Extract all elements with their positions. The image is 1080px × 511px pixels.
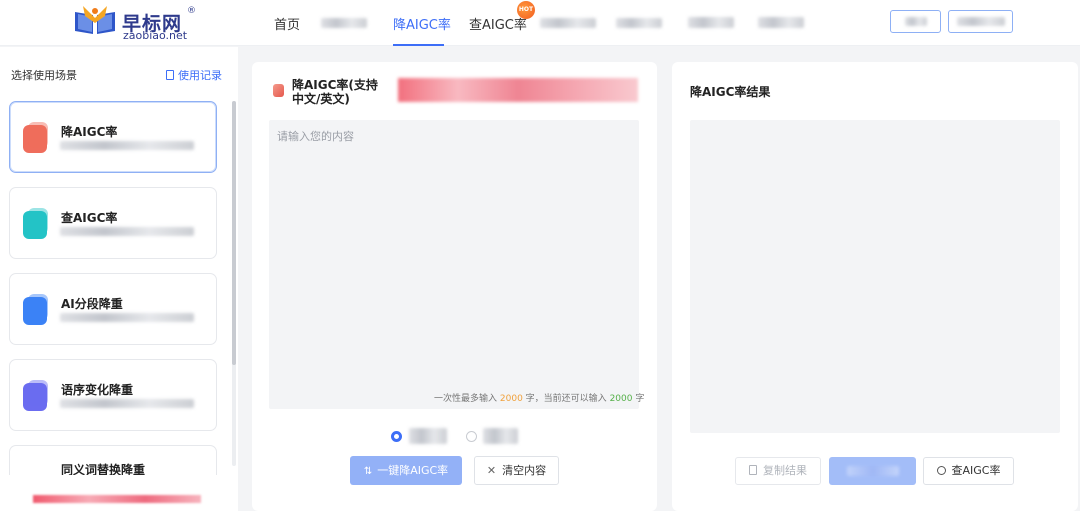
scene-label: AI分段降重 [61, 297, 123, 311]
scene-sidebar: 选择使用场景 使用记录 降AIGC率 查AIGC率 AI分段降重 语序变化降重 … [0, 47, 238, 511]
redacted-label [847, 466, 899, 476]
header-button-login[interactable] [890, 10, 941, 33]
usage-record-link[interactable]: 使用记录 [166, 67, 222, 83]
scene-item-reduce-aigc[interactable]: 降AIGC率 [9, 101, 217, 173]
scene-label: 同义词替换降重 [61, 463, 146, 475]
radio-label-redacted[interactable] [483, 428, 518, 444]
char-count-hint: 一次性最多输入 2000 字，当前还可以输入 2000 字 [434, 391, 644, 404]
sidebar-scrollbar-thumb[interactable] [232, 101, 236, 365]
scene-item-synonym-reduce[interactable]: 同义词替换降重 [9, 445, 217, 475]
hint-suffix: 字 [635, 394, 645, 404]
nav-active-indicator [393, 44, 444, 46]
site-logo[interactable]: 早标网 ® zaobiao.net [72, 6, 200, 42]
redacted-banner [33, 495, 201, 503]
redacted-label [905, 17, 927, 26]
close-icon: ✕ [486, 464, 497, 477]
check-aigc-label: 查AIGC率 [951, 464, 1001, 477]
copy-result-label: 复制结果 [763, 464, 807, 477]
radio-label-redacted[interactable] [409, 428, 447, 444]
scene-item-paragraph-reduce[interactable]: AI分段降重 [9, 273, 217, 345]
search-icon [936, 466, 946, 475]
copy-result-button[interactable]: 复制结果 [735, 457, 821, 485]
input-panel: 降AIGC率(支持中文/英文) 一次性最多输入 2000 字，当前还可以输入 2… [252, 62, 657, 511]
clear-content-button[interactable]: ✕ 清空内容 [474, 456, 559, 485]
result-output-area[interactable] [690, 120, 1060, 433]
doc-check-icon [23, 208, 48, 239]
header-button-register[interactable] [948, 10, 1013, 33]
scene-label: 查AIGC率 [61, 211, 118, 225]
book-logo-icon [75, 6, 115, 34]
sparkle-icon: ⇅ [363, 466, 373, 477]
mode-radio-option-2[interactable] [466, 431, 477, 442]
content-input[interactable] [269, 120, 639, 409]
result-panel: 降AIGC率结果 复制结果 查AIGC率 [672, 62, 1078, 511]
logo-domain: zaobiao.net [123, 29, 188, 42]
top-header: 早标网 ® zaobiao.net 首页 降AIGC率 查AIGC率 HOT [0, 0, 1080, 46]
scene-label: 语序变化降重 [61, 383, 134, 397]
hint-remaining: 2000 [609, 394, 633, 404]
registered-mark: ® [187, 6, 196, 16]
scene-description-redacted [60, 313, 194, 322]
scene-item-reorder-reduce[interactable]: 语序变化降重 [9, 359, 217, 431]
redacted-action-button[interactable] [829, 457, 916, 485]
copy-icon [749, 465, 757, 475]
reduce-aigc-button[interactable]: ⇅ 一键降AIGC率 [350, 456, 462, 485]
nav-item-redacted[interactable] [321, 18, 367, 28]
redacted-label [957, 17, 1005, 26]
clear-content-label: 清空内容 [502, 464, 547, 477]
nav-reduce-aigc[interactable]: 降AIGC率 [393, 14, 451, 33]
doc-reduce-icon [273, 84, 284, 97]
document-icon [166, 70, 174, 80]
result-panel-title: 降AIGC率结果 [690, 85, 771, 99]
hint-mid: 字，当前还可以输入 [525, 394, 607, 404]
nav-item-redacted[interactable] [616, 18, 662, 28]
input-panel-title: 降AIGC率(支持中文/英文) [292, 78, 378, 106]
scene-item-check-aigc[interactable]: 查AIGC率 [9, 187, 217, 259]
check-aigc-button[interactable]: 查AIGC率 [923, 457, 1014, 485]
doc-paragraph-icon [23, 294, 48, 325]
scene-description-redacted [60, 141, 194, 150]
nav-item-redacted[interactable] [758, 17, 804, 28]
sidebar-title: 选择使用场景 [11, 69, 77, 82]
scene-label: 降AIGC率 [61, 125, 118, 139]
doc-reorder-icon [23, 380, 48, 411]
hint-prefix: 一次性最多输入 [434, 394, 498, 404]
scene-description-redacted [60, 399, 194, 408]
nav-item-redacted[interactable] [688, 17, 734, 28]
doc-reduce-icon [23, 122, 48, 153]
nav-check-aigc[interactable]: 查AIGC率 [469, 14, 527, 33]
hint-max: 2000 [499, 394, 523, 404]
reduce-aigc-label: 一键降AIGC率 [377, 464, 449, 477]
nav-item-redacted[interactable] [540, 18, 596, 28]
mode-radio-option-1[interactable] [391, 431, 402, 442]
usage-record-label: 使用记录 [178, 69, 222, 82]
nav-home[interactable]: 首页 [274, 14, 300, 33]
scene-description-redacted [60, 227, 194, 236]
redacted-notice [398, 78, 638, 102]
hot-badge: HOT [517, 1, 535, 19]
